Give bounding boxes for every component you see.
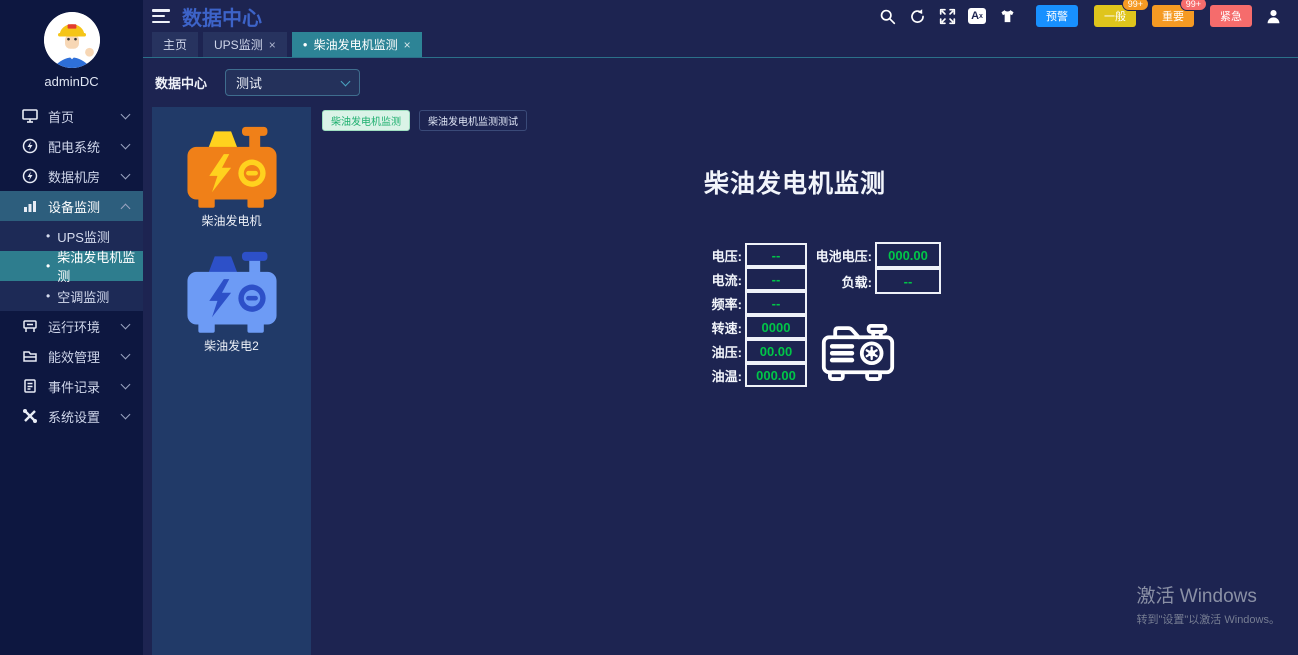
sidebar-item-power-distribution[interactable]: 配电系统 [0,131,143,161]
tab-home[interactable]: 主页 [152,32,198,57]
bullet-icon: • [46,259,50,273]
chevron-up-icon [121,203,131,213]
sidebar-item-ac-monitor[interactable]: • 空调监测 [0,281,143,311]
datacenter-label: 数据中心 [155,73,207,92]
device-name: 柴油发电机 [201,212,261,229]
sidebar-item-data-room[interactable]: 数据机房 [0,161,143,191]
field-oil-temperature: 油温: 000.00 [635,363,807,387]
badge-count: 99+ [1122,0,1149,11]
event-log-icon [22,378,38,394]
sidebar-item-label: UPS监测 [57,227,110,246]
sidebar-item-home[interactable]: 首页 [0,101,143,131]
device-name: 柴油发电2 [204,337,259,354]
refresh-icon[interactable] [908,7,926,25]
monitor-content: 柴油发电机监测 柴油发电机监测测试 柴油发电机监测 电压: -- 电流: -- … [311,107,1298,655]
active-dot-icon: ● [303,41,308,49]
app-title: 数据中心 [182,2,262,31]
field-battery-voltage: 电池电压: 000.00 [765,242,941,268]
datacenter-select[interactable]: 测试 [225,69,360,96]
search-icon[interactable] [878,7,896,25]
theme-icon[interactable] [998,7,1016,25]
view-tab-monitor-test[interactable]: 柴油发电机监测测试 [419,110,527,131]
username: adminDC [0,74,143,89]
sidebar-item-label: 系统设置 [48,407,122,426]
generator-icon [182,246,282,334]
power-distribution-icon [22,138,38,154]
toolbar: 数据中心 测试 [143,58,1298,107]
sidebar-item-diesel-generator-monitor[interactable]: • 柴油发电机监测 [0,251,143,281]
generator-outline-icon [820,321,896,387]
view-tabs: 柴油发电机监测 柴油发电机监测测试 [322,110,527,131]
sidebar-nav: 首页 配电系统 数据机房 设备监测 • UPS监测 [0,101,143,431]
device-card-generator-2[interactable]: 柴油发电2 [182,246,282,354]
device-monitor-icon [22,198,38,214]
settings-icon [22,408,38,424]
field-value: -- [875,268,941,294]
field-value: 000.00 [875,242,941,268]
main-area: 数据中心 Ax 预警 一般 99+ 重要 99+ [143,0,1298,655]
chevron-down-icon [121,350,131,360]
sidebar-item-label: 事件记录 [48,377,122,396]
field-value: -- [745,291,807,315]
chevron-down-icon [121,320,131,330]
fullscreen-icon[interactable] [938,7,956,25]
tab-bar: 主页 UPS监测 × ● 柴油发电机监测 × [143,32,1298,58]
bullet-icon: • [46,229,50,243]
view-tab-monitor[interactable]: 柴油发电机监测 [322,110,410,131]
generator-icon [182,121,282,209]
field-frequency: 频率: -- [635,291,807,315]
home-icon [22,108,38,124]
chevron-down-icon [121,410,131,420]
chevron-down-icon [121,110,131,120]
sidebar-item-event-log[interactable]: 事件记录 [0,371,143,401]
sidebar: adminDC 首页 配电系统 数据机房 设备监 [0,0,143,655]
sidebar-item-label: 能效管理 [48,347,122,366]
sidebar-item-label: 配电系统 [48,137,122,156]
device-card-generator-1[interactable]: 柴油发电机 [182,121,282,229]
field-oil-pressure: 油压: 00.00 [635,339,807,363]
energy-icon [22,348,38,364]
menu-toggle-icon[interactable] [152,9,170,23]
environment-icon [22,318,38,334]
sidebar-item-label: 柴油发电机监测 [57,247,143,285]
field-value: 00.00 [745,339,807,363]
field-load: 负载: -- [765,268,941,294]
user-icon[interactable] [1264,7,1282,25]
avatar[interactable] [44,12,100,68]
chevron-down-icon [121,380,131,390]
field-value: 0000 [745,315,807,339]
chevron-down-icon [341,76,351,86]
close-icon[interactable]: × [269,38,276,52]
sidebar-item-label: 运行环境 [48,317,122,336]
bullet-icon: • [46,289,50,303]
sidebar-item-energy[interactable]: 能效管理 [0,341,143,371]
font-size-icon[interactable]: Ax [968,8,986,24]
topbar: 数据中心 Ax 预警 一般 99+ 重要 99+ [143,0,1298,32]
sidebar-item-label: 设备监测 [48,197,122,216]
sidebar-item-device-monitor[interactable]: 设备监测 [0,191,143,221]
badge-count: 99+ [1180,0,1207,11]
close-icon[interactable]: × [404,38,411,52]
alarm-badges: 预警 一般 99+ 重要 99+ 紧急 [1036,5,1252,27]
badge-important[interactable]: 重要 99+ [1152,5,1194,27]
chevron-down-icon [121,140,131,150]
field-value: 000.00 [745,363,807,387]
device-panel: 柴油发电机 柴油发电2 [152,107,311,655]
sidebar-item-label: 数据机房 [48,167,122,186]
badge-general[interactable]: 一般 99+ [1094,5,1136,27]
tab-ups-monitor[interactable]: UPS监测 × [203,32,287,57]
sidebar-item-label: 空调监测 [57,287,109,306]
sidebar-item-settings[interactable]: 系统设置 [0,401,143,431]
field-rpm: 转速: 0000 [635,315,807,339]
badge-urgent[interactable]: 紧急 [1210,5,1252,27]
chevron-down-icon [121,170,131,180]
tab-diesel-generator-monitor[interactable]: ● 柴油发电机监测 × [292,32,422,57]
sidebar-item-label: 首页 [48,107,122,126]
topbar-actions: Ax 预警 一般 99+ 重要 99+ 紧急 [878,5,1282,27]
badge-warning[interactable]: 预警 [1036,5,1078,27]
sidebar-item-environment[interactable]: 运行环境 [0,311,143,341]
data-room-icon [22,168,38,184]
worker-avatar-icon [44,12,100,68]
page-title: 柴油发电机监测 [311,164,1279,200]
